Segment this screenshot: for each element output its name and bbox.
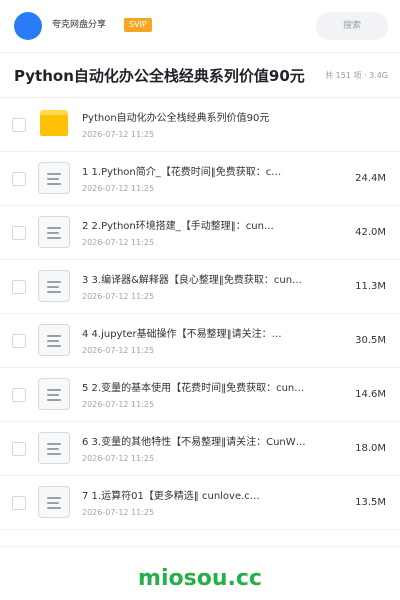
document-icon bbox=[38, 486, 70, 520]
list-item[interactable]: 2 2.Python环境搭建_【手动整理‖：cun… 2026-07-12 11… bbox=[0, 206, 400, 260]
file-name[interactable]: Python自动化办公全栈经典系列价值90元 bbox=[82, 112, 306, 126]
list-item[interactable]: Python自动化办公全栈经典系列价值90元 2026-07-12 11:25 bbox=[0, 98, 400, 152]
avatar[interactable] bbox=[14, 12, 42, 40]
footer: miosou.cc bbox=[0, 546, 400, 600]
document-icon bbox=[38, 270, 70, 304]
file-name[interactable]: 1 1.Python简介_【花费时间‖免费获取：c… bbox=[82, 166, 306, 180]
file-date: 2026-07-12 11:25 bbox=[82, 454, 155, 463]
select-checkbox[interactable] bbox=[12, 226, 26, 240]
file-name[interactable]: 2 2.Python环境搭建_【手动整理‖：cun… bbox=[82, 220, 306, 234]
list-item[interactable]: 4 4.jupyter基础操作【不易整理‖请关注：… 2026-07-12 11… bbox=[0, 314, 400, 368]
file-name[interactable]: 7 1.运算符01【更多精选‖ cunlove.c… bbox=[82, 490, 306, 504]
file-date: 2026-07-12 11:25 bbox=[82, 508, 155, 517]
list-item[interactable]: 1 1.Python简介_【花费时间‖免费获取：c… 2026-07-12 11… bbox=[0, 152, 400, 206]
top-bar: 夸克网盘分享 SVIP 搜索 bbox=[0, 0, 400, 52]
folder-icon bbox=[38, 108, 70, 142]
select-checkbox[interactable] bbox=[12, 280, 26, 294]
file-date: 2026-07-12 11:25 bbox=[82, 400, 155, 409]
list-item[interactable]: 6 3.变量的其他特性【不易整理‖请关注：CunW… 2026-07-12 11… bbox=[0, 422, 400, 476]
user-name[interactable]: 夸克网盘分享 bbox=[52, 18, 106, 32]
select-checkbox[interactable] bbox=[12, 388, 26, 402]
document-icon bbox=[38, 216, 70, 250]
file-date: 2026-07-12 11:25 bbox=[82, 292, 155, 301]
list-item[interactable]: 7 1.运算符01【更多精选‖ cunlove.c… 2026-07-12 11… bbox=[0, 476, 400, 530]
page-title: Python自动化办公全栈经典系列价值90元 bbox=[14, 67, 305, 85]
file-size: 14.6M bbox=[355, 389, 386, 400]
svip-badge: SVIP bbox=[124, 18, 152, 32]
document-icon bbox=[38, 162, 70, 196]
file-name[interactable]: 3 3.编译器&解释器【良心整理‖免费获取：cun… bbox=[82, 274, 306, 288]
select-checkbox[interactable] bbox=[12, 496, 26, 510]
file-name[interactable]: 4 4.jupyter基础操作【不易整理‖请关注：… bbox=[82, 328, 306, 342]
select-checkbox[interactable] bbox=[12, 334, 26, 348]
file-list: Python自动化办公全栈经典系列价值90元 2026-07-12 11:25 … bbox=[0, 98, 400, 530]
file-size: 18.0M bbox=[355, 443, 386, 454]
watermark: miosou.cc bbox=[138, 566, 262, 591]
file-size: 11.3M bbox=[355, 281, 386, 292]
select-checkbox[interactable] bbox=[12, 118, 26, 132]
list-item[interactable]: 3 3.编译器&解释器【良心整理‖免费获取：cun… 2026-07-12 11… bbox=[0, 260, 400, 314]
file-name[interactable]: 5 2.变量的基本使用【花费时间‖免费获取：cun… bbox=[82, 382, 306, 396]
search-button[interactable]: 搜索 bbox=[316, 12, 388, 40]
share-header: Python自动化办公全栈经典系列价值90元 共 151 项 · 3.4G bbox=[0, 52, 400, 98]
file-size: 24.4M bbox=[355, 173, 386, 184]
list-item[interactable]: 5 2.变量的基本使用【花费时间‖免费获取：cun… 2026-07-12 11… bbox=[0, 368, 400, 422]
document-icon bbox=[38, 432, 70, 466]
document-icon bbox=[38, 324, 70, 358]
file-size: 13.5M bbox=[355, 497, 386, 508]
file-name[interactable]: 6 3.变量的其他特性【不易整理‖请关注：CunW… bbox=[82, 436, 306, 450]
file-size: 30.5M bbox=[355, 335, 386, 346]
file-date: 2026-07-12 11:25 bbox=[82, 346, 155, 355]
item-count: 共 151 项 · 3.4G bbox=[325, 71, 388, 80]
file-size: 42.0M bbox=[355, 227, 386, 238]
document-icon bbox=[38, 378, 70, 412]
file-date: 2026-07-12 11:25 bbox=[82, 184, 155, 193]
select-checkbox[interactable] bbox=[12, 172, 26, 186]
file-date: 2026-07-12 11:25 bbox=[82, 130, 155, 139]
select-checkbox[interactable] bbox=[12, 442, 26, 456]
file-date: 2026-07-12 11:25 bbox=[82, 238, 155, 247]
